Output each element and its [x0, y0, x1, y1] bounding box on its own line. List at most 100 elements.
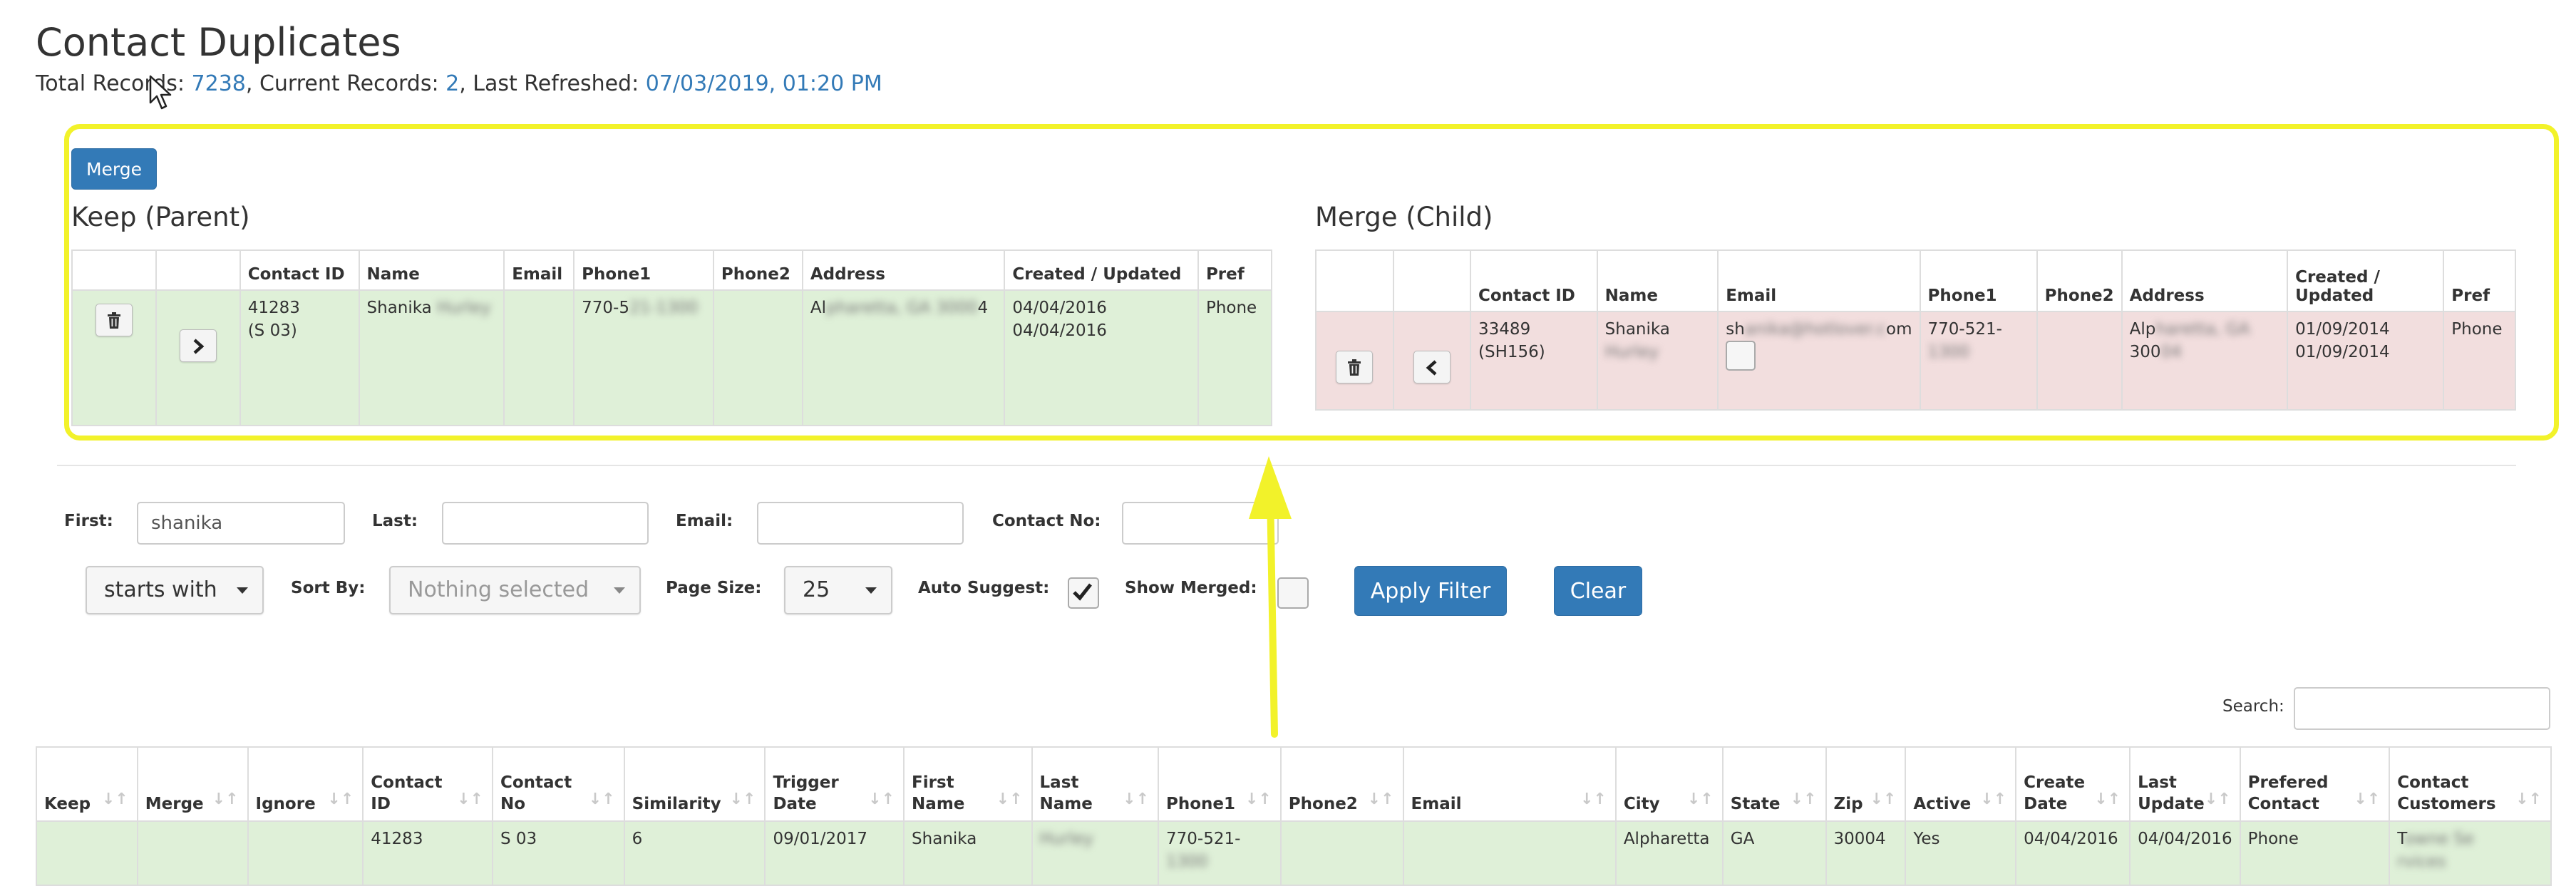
- column-header-contact-id: Contact ID: [1470, 249, 1598, 312]
- sort-icon: ↓↑: [212, 790, 239, 808]
- name-cell: Shanika Hurley: [1596, 311, 1719, 411]
- sort-icon: ↓↑: [1790, 790, 1817, 808]
- email-redacted: anika@hotlover.c: [1744, 320, 1887, 339]
- match-mode-dropdown[interactable]: starts with: [86, 566, 264, 614]
- column-header-email[interactable]: Email ↓↑: [1402, 746, 1617, 822]
- sort-icon: ↓↑: [868, 790, 895, 808]
- table-row[interactable]: 41283 S 03 6 09/01/2017 Shanika Hurley 7…: [36, 820, 2552, 886]
- column-header-phone2: Phone2: [2036, 249, 2123, 312]
- column-header-ignore[interactable]: Ignore ↓↑: [247, 746, 364, 822]
- address-line2-redacted: 04: [2160, 343, 2182, 361]
- column-header-merge[interactable]: Merge ↓↑: [136, 746, 249, 822]
- name-cell: Shanika Hurley: [358, 289, 505, 426]
- contact-id-cell: 41283 (S 03): [239, 289, 360, 426]
- merge-cell[interactable]: [136, 820, 249, 886]
- merge-button[interactable]: Merge: [71, 148, 157, 190]
- sort-by-placeholder: Nothing selected: [408, 577, 589, 602]
- auto-suggest-checkbox[interactable]: [1068, 577, 1099, 609]
- sort-icon: ↓↑: [1245, 790, 1272, 808]
- column-header-contact-id[interactable]: Contact ID ↓↑: [362, 746, 493, 822]
- column-header-last-name[interactable]: Last Name ↓↑: [1031, 746, 1160, 822]
- phone1: 770-521-: [1927, 320, 2002, 339]
- email-label: Email:: [676, 512, 733, 530]
- page-title: Contact Duplicates: [36, 20, 401, 65]
- column-header-similarity[interactable]: Similarity ↓↑: [623, 746, 766, 822]
- prefered-contact-cell: Phone: [2239, 820, 2391, 886]
- contact-customers-cell: Towne Se rvices: [2389, 820, 2552, 886]
- sort-by-dropdown[interactable]: Nothing selected: [389, 566, 641, 614]
- column-header-phone2[interactable]: Phone2 ↓↑: [1279, 746, 1404, 822]
- email-end: om: [1886, 320, 1912, 339]
- contact-id-cell: 33489 (SH156): [1470, 311, 1598, 411]
- clear-button[interactable]: Clear: [1554, 566, 1642, 616]
- page-size-dropdown[interactable]: 25: [784, 566, 892, 614]
- trash-icon[interactable]: [95, 304, 133, 336]
- phone2-cell: [2036, 311, 2123, 411]
- column-header-last-update[interactable]: Last Update ↓↑: [2129, 746, 2241, 822]
- created-updated-cell: 01/09/2014 01/09/2014: [2287, 311, 2445, 411]
- sort-icon: ↓↑: [1686, 790, 1714, 808]
- header-line2: Name: [912, 795, 965, 813]
- header-line2: Date: [2024, 795, 2068, 813]
- email-cell: [503, 289, 575, 426]
- column-header-address: Address: [801, 249, 1006, 291]
- column-header-state[interactable]: State ↓↑: [1721, 746, 1827, 822]
- first-name: Shanika: [366, 299, 432, 317]
- created-updated-cell: 04/04/2016 04/04/2016: [1004, 289, 1199, 426]
- last-name-filter-input[interactable]: [442, 502, 649, 545]
- ignore-cell[interactable]: [247, 820, 364, 886]
- current-records-label: , Current Records:: [245, 71, 446, 96]
- delete-cell: [1315, 311, 1394, 411]
- header-line1: Ignore: [255, 795, 316, 813]
- keep-cell[interactable]: [36, 820, 138, 886]
- header-line1: Trigger: [773, 773, 839, 792]
- column-header-city[interactable]: City ↓↑: [1614, 746, 1724, 822]
- first-name-filter-input[interactable]: [137, 502, 345, 545]
- header-line1: First: [912, 773, 954, 792]
- column-header-name: Name: [1596, 249, 1719, 312]
- column-header-prefered-contact[interactable]: Prefered Contact ↓↑: [2239, 746, 2391, 822]
- header-line1: Merge: [145, 795, 204, 813]
- phone1-cell: 770-521-1300: [1919, 311, 2038, 411]
- trash-icon[interactable]: [1336, 351, 1374, 383]
- column-header-phone1[interactable]: Phone1 ↓↑: [1158, 746, 1282, 822]
- column-header-pref: Pref: [2443, 249, 2516, 312]
- customers: T: [2397, 830, 2405, 848]
- first-name-cell: Shanika: [903, 820, 1033, 886]
- customers-redacted-line2: rvices: [2397, 852, 2446, 871]
- column-header-created-updated: Created / Updated: [2287, 249, 2445, 312]
- email-filter-input[interactable]: [757, 502, 964, 545]
- column-header-zip[interactable]: Zip ↓↑: [1825, 746, 1907, 822]
- active-cell: Yes: [1905, 820, 2017, 886]
- column-header: [71, 249, 157, 291]
- annotation-arrow-icon: [1249, 456, 1292, 738]
- address-redacted: pharetta, GA 3000: [825, 299, 978, 317]
- search-input[interactable]: [2294, 687, 2550, 730]
- phone1-cell: 770-521-1300: [573, 289, 714, 426]
- column-header-address: Address: [2121, 249, 2289, 312]
- apply-filter-button[interactable]: Apply Filter: [1354, 566, 1507, 616]
- sort-icon: ↓↑: [457, 790, 483, 808]
- column-header-active[interactable]: Active ↓↑: [1905, 746, 2017, 822]
- header-line1: Phone1: [1166, 795, 1236, 813]
- column-header-contact-no[interactable]: Contact No ↓↑: [491, 746, 625, 822]
- table-header-row: Keep ↓↑ Merge ↓↑ Ignore ↓↑ Contact ID ↓↑ Cont…: [36, 746, 2552, 822]
- column-header-contact-customers[interactable]: Contact Customers ↓↑: [2389, 746, 2552, 822]
- column-header-trigger-date[interactable]: Trigger Date ↓↑: [764, 746, 905, 822]
- column-header-keep[interactable]: Keep ↓↑: [36, 746, 138, 822]
- column-header-first-name[interactable]: First Name ↓↑: [903, 746, 1033, 822]
- sort-icon: ↓↑: [1870, 790, 1897, 808]
- chevron-left-icon[interactable]: [1413, 351, 1451, 383]
- column-header-create-date[interactable]: Create Date ↓↑: [2015, 746, 2131, 822]
- address-cell: Alpharetta, GA 30004: [801, 289, 1006, 426]
- sort-icon: ↓↑: [588, 790, 615, 808]
- last-refreshed-value: 07/03/2019, 01:20 PM: [645, 71, 882, 96]
- phone1-redacted: 1300: [1166, 852, 1208, 871]
- chevron-right-icon[interactable]: [179, 329, 217, 362]
- created-date: 01/09/2014: [2295, 320, 2390, 339]
- email-checkbox[interactable]: [1726, 341, 1756, 371]
- first-label: First:: [64, 512, 113, 530]
- header-line2: Contact: [2247, 795, 2319, 813]
- match-mode-value: starts with: [104, 577, 217, 602]
- header-line1: Create: [2024, 773, 2086, 792]
